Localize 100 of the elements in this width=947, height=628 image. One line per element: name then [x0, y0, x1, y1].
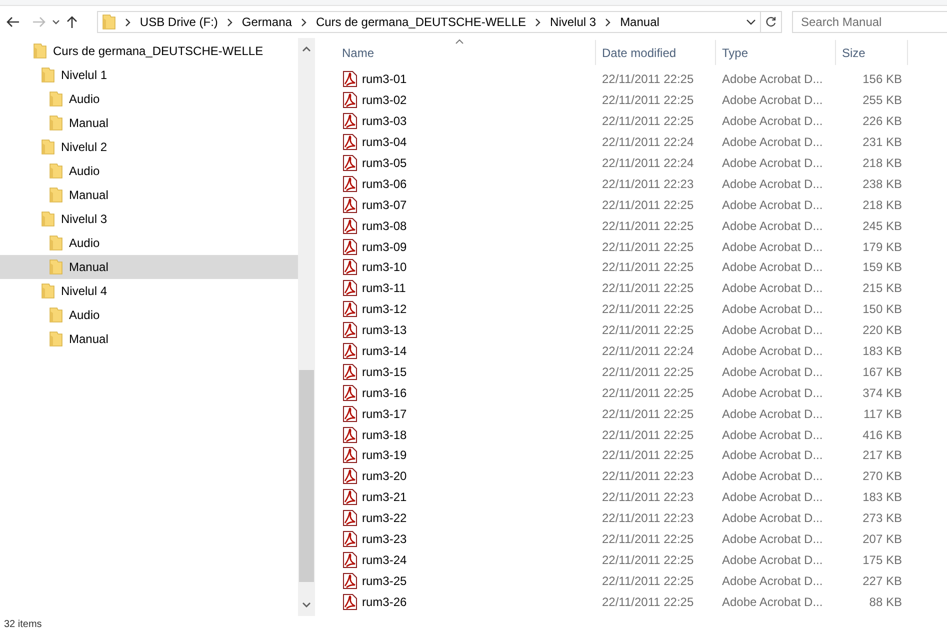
- file-name[interactable]: rum3-02: [336, 92, 596, 108]
- size-cell-text: 245 KB: [862, 218, 902, 233]
- search-field[interactable]: Search Manual: [792, 11, 947, 33]
- tree-item[interactable]: Audio: [0, 231, 298, 255]
- breadcrumb-item[interactable]: Germana: [242, 15, 292, 29]
- type-cell-text: Adobe Acrobat D...: [721, 198, 824, 212]
- file-name[interactable]: rum3-06: [336, 176, 596, 192]
- chevron-right-icon: [300, 18, 307, 26]
- column-header[interactable]: Name: [336, 40, 596, 65]
- breadcrumb-item[interactable]: Nivelul 3: [550, 15, 596, 29]
- date-cell-text: 22/11/2011 22:24: [601, 135, 695, 150]
- type-cell-text: Adobe Acrobat D...: [721, 428, 824, 442]
- date-cell-text: 22/11/2011 22:23: [601, 490, 695, 504]
- file-name[interactable]: rum3-25: [336, 572, 596, 589]
- file-name[interactable]: rum3-01: [336, 71, 596, 88]
- tree-item[interactable]: Nivelul 4: [0, 279, 298, 303]
- date-cell-text: 22/11/2011 22:23: [601, 469, 695, 484]
- type-cell-text: Adobe Acrobat D...: [721, 574, 824, 588]
- dropdown-caret-icon[interactable]: [746, 19, 756, 25]
- item-count: 32 items: [4, 619, 42, 628]
- pdf-file-icon: [342, 196, 358, 213]
- pdf-file-icon: [342, 113, 358, 130]
- file-name[interactable]: rum3-08: [336, 218, 596, 234]
- type-cell-text: Adobe Acrobat D...: [721, 260, 824, 274]
- file-name[interactable]: rum3-07: [336, 196, 596, 213]
- address-bar[interactable]: USB Drive (F:) Germana Curs de germana_DEUTSCHE-WELLE Nivelul 3 Manual: [96, 11, 761, 33]
- up-arrow-icon[interactable]: [66, 15, 78, 29]
- size-cell-text: 218 KB: [862, 156, 902, 170]
- pdf-file-icon: [342, 572, 358, 589]
- pdf-file-icon: [342, 218, 358, 234]
- tree-item[interactable]: Nivelul 3: [0, 207, 298, 231]
- tree-item[interactable]: Audio: [0, 303, 298, 327]
- file-name[interactable]: rum3-24: [336, 552, 596, 568]
- scrollbar-thumb[interactable]: [299, 370, 314, 582]
- type-cell-text: Adobe Acrobat D...: [721, 469, 824, 484]
- file-name[interactable]: rum3-04: [336, 134, 596, 150]
- file-name[interactable]: rum3-20: [336, 468, 596, 484]
- type-cell-text: Adobe Acrobat D...: [721, 302, 824, 316]
- tree-item[interactable]: Manual: [0, 255, 298, 279]
- scrollbar[interactable]: [298, 38, 315, 616]
- pdf-file-icon: [342, 364, 358, 380]
- file-name[interactable]: rum3-26: [336, 594, 596, 610]
- column-header[interactable]: Size: [836, 40, 908, 65]
- column-header[interactable]: Date modified: [596, 40, 716, 65]
- size-cell-text: 117 KB: [862, 406, 902, 421]
- file-name[interactable]: rum3-11: [336, 280, 596, 296]
- type-cell-text: Adobe Acrobat D...: [721, 93, 824, 108]
- back-arrow-icon[interactable]: [6, 16, 20, 28]
- size-cell-text: 183 KB: [862, 344, 902, 358]
- tree-item[interactable]: Audio: [0, 159, 298, 183]
- date-cell-text: 22/11/2011 22:25: [601, 93, 695, 108]
- tree-item[interactable]: Nivelul 1: [0, 63, 298, 87]
- date-cell-text: 22/11/2011 22:25: [601, 364, 695, 379]
- tree-item[interactable]: Manual: [0, 327, 298, 351]
- type-cell-text: Adobe Acrobat D...: [721, 114, 824, 128]
- pdf-file-icon: [342, 259, 358, 276]
- type-cell-text: Adobe Acrobat D...: [721, 364, 824, 379]
- tree-item[interactable]: Audio: [0, 87, 298, 111]
- file-name[interactable]: rum3-21: [336, 489, 596, 506]
- tree-item[interactable]: Manual: [0, 183, 298, 207]
- breadcrumb-item[interactable]: Curs de germana_DEUTSCHE-WELLE: [316, 15, 526, 29]
- size-cell-text: 217 KB: [862, 448, 902, 462]
- file-name[interactable]: rum3-15: [336, 364, 596, 380]
- date-cell-text: 22/11/2011 22:25: [601, 72, 695, 86]
- tree-item[interactable]: Nivelul 2: [0, 135, 298, 159]
- tree-item[interactable]: Curs de germana_DEUTSCHE-WELLE: [0, 39, 298, 63]
- type-cell-text: Adobe Acrobat D...: [721, 406, 824, 421]
- type-cell-text: Adobe Acrobat D...: [721, 448, 824, 462]
- size-cell-text: 231 KB: [862, 135, 902, 150]
- file-name[interactable]: rum3-12: [336, 301, 596, 318]
- column-header[interactable]: Type: [716, 40, 836, 65]
- type-cell-text: Adobe Acrobat D...: [721, 323, 824, 338]
- chevron-right-icon: [605, 18, 612, 26]
- date-cell-text: 22/11/2011 22:23: [601, 511, 695, 526]
- scroll-up-icon[interactable]: [302, 46, 311, 52]
- dropdown-caret-icon[interactable]: [52, 19, 60, 25]
- date-cell-text: 22/11/2011 22:25: [601, 552, 695, 567]
- breadcrumb-item[interactable]: Manual: [620, 15, 660, 29]
- size-cell-text: 159 KB: [862, 260, 902, 274]
- file-name[interactable]: rum3-10: [336, 259, 596, 276]
- file-name[interactable]: rum3-17: [336, 406, 596, 422]
- pdf-file-icon: [342, 426, 358, 443]
- file-name[interactable]: rum3-23: [336, 531, 596, 548]
- refresh-icon[interactable]: [764, 16, 777, 28]
- size-cell-text: 215 KB: [862, 281, 902, 296]
- file-name[interactable]: rum3-13: [336, 322, 596, 338]
- file-name[interactable]: rum3-14: [336, 343, 596, 360]
- file-name[interactable]: rum3-16: [336, 384, 596, 401]
- breadcrumb-item[interactable]: USB Drive (F:): [140, 15, 218, 29]
- file-name[interactable]: rum3-05: [336, 155, 596, 171]
- file-name[interactable]: rum3-03: [336, 113, 596, 130]
- scroll-down-icon[interactable]: [302, 602, 311, 608]
- folder-icon: [49, 187, 63, 203]
- file-name[interactable]: rum3-18: [336, 426, 596, 443]
- pdf-file-icon: [342, 510, 358, 526]
- date-cell-text: 22/11/2011 22:25: [601, 260, 695, 274]
- tree-item[interactable]: Manual: [0, 111, 298, 135]
- file-name[interactable]: rum3-19: [336, 447, 596, 464]
- file-name[interactable]: rum3-22: [336, 510, 596, 526]
- file-name[interactable]: rum3-09: [336, 238, 596, 255]
